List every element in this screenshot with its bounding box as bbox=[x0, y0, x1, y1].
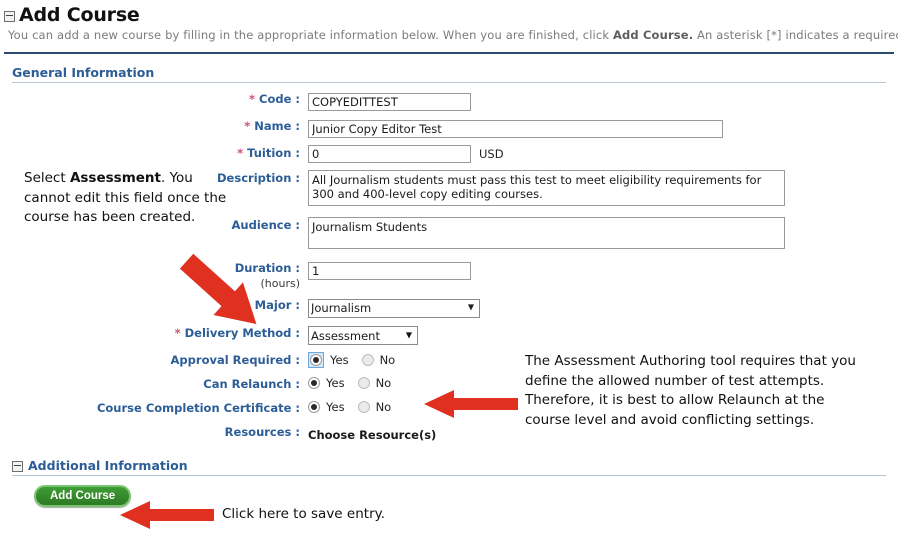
annotation-left-post: . bbox=[161, 170, 166, 186]
certificate-yes-label: Yes bbox=[326, 400, 345, 414]
instructions-part-1: You can add a new course by filling in t… bbox=[8, 28, 613, 42]
arrow-to-delivery-method bbox=[179, 253, 257, 325]
certificate-yes-radio[interactable] bbox=[308, 401, 320, 413]
control-tuition: USD bbox=[308, 145, 886, 163]
collapse-box-icon[interactable] bbox=[12, 460, 23, 472]
field-row-duration: Duration : (hours) bbox=[12, 260, 886, 290]
delivery-select-wrapper: Assessment ▼ bbox=[308, 325, 418, 345]
tuition-input[interactable] bbox=[308, 145, 471, 163]
label-code-text: Code : bbox=[259, 92, 300, 106]
instructions-emphasis: Add Course. bbox=[613, 28, 694, 42]
annotation-left-bold: Assessment bbox=[69, 170, 161, 186]
annotation-delivery-method: Select Assessment. You cannot edit this … bbox=[24, 169, 234, 228]
label-name: * Name : bbox=[12, 118, 308, 135]
approval-yes-label: Yes bbox=[330, 353, 349, 367]
required-asterisk-name: * bbox=[244, 119, 251, 133]
name-input[interactable] bbox=[308, 120, 723, 138]
delivery-method-select[interactable]: Assessment bbox=[308, 326, 418, 345]
major-select-wrapper: Journalism ▼ bbox=[308, 297, 480, 318]
control-audience: Journalism Students bbox=[308, 217, 886, 253]
control-code bbox=[308, 91, 886, 111]
arrow-to-add-course-button bbox=[120, 501, 214, 529]
annotation-left-pre: Select bbox=[24, 170, 70, 186]
additional-information-header[interactable]: Additional Information bbox=[12, 458, 886, 476]
control-name bbox=[308, 118, 886, 138]
approval-yes-focus-ring bbox=[308, 352, 324, 368]
relaunch-no-label: No bbox=[375, 376, 392, 390]
field-row-tuition: * Tuition : USD bbox=[12, 145, 886, 163]
tuition-currency-label: USD bbox=[479, 147, 504, 161]
control-duration bbox=[308, 260, 886, 280]
label-tuition-text: Tuition : bbox=[247, 146, 300, 160]
general-information-header[interactable]: General Information bbox=[12, 65, 886, 83]
description-textarea[interactable]: All Journalism students must pass this t… bbox=[308, 170, 785, 206]
field-row-name: * Name : bbox=[12, 118, 886, 138]
audience-textarea[interactable]: Journalism Students bbox=[308, 217, 785, 249]
collapse-box-icon[interactable] bbox=[4, 11, 15, 22]
label-can-relaunch: Can Relaunch : bbox=[203, 377, 300, 391]
choose-resources-link[interactable]: Choose Resource(s) bbox=[308, 428, 436, 442]
label-code: * Code : bbox=[12, 91, 308, 108]
page-instructions: You can add a new course by filling in t… bbox=[8, 28, 898, 43]
approval-no-radio[interactable] bbox=[361, 354, 374, 366]
label-name-text: Name : bbox=[254, 119, 300, 133]
approval-yes-radio[interactable] bbox=[310, 354, 322, 366]
relaunch-yes-radio[interactable] bbox=[308, 377, 320, 389]
annotation-save: Click here to save entry. bbox=[222, 506, 385, 522]
field-row-delivery-method: * Delivery Method : Assessment ▼ bbox=[12, 325, 886, 345]
relaunch-no-radio[interactable] bbox=[357, 377, 370, 389]
label-resources: Resources : bbox=[224, 425, 300, 439]
label-completion-certificate: Course Completion Certificate : bbox=[96, 401, 300, 415]
page-title-row: Add Course bbox=[4, 4, 898, 26]
required-asterisk-tuition: * bbox=[237, 146, 244, 160]
label-approval-required: Approval Required : bbox=[170, 353, 300, 367]
major-select[interactable]: Journalism bbox=[308, 298, 480, 318]
relaunch-yes-label: Yes bbox=[326, 376, 345, 390]
header-divider bbox=[4, 52, 894, 54]
annotation-relaunch: The Assessment Authoring tool requires t… bbox=[525, 353, 856, 428]
page-title: Add Course bbox=[19, 4, 140, 26]
arrow-to-can-relaunch bbox=[424, 390, 518, 418]
certificate-no-radio[interactable] bbox=[357, 401, 370, 413]
general-information-title: General Information bbox=[12, 65, 155, 80]
duration-input[interactable] bbox=[308, 262, 471, 280]
control-description: All Journalism students must pass this t… bbox=[308, 170, 886, 210]
code-input[interactable] bbox=[308, 93, 471, 111]
control-major: Journalism ▼ bbox=[308, 297, 886, 318]
label-tuition: * Tuition : bbox=[12, 145, 308, 162]
additional-information-title: Additional Information bbox=[28, 458, 188, 473]
approval-no-label: No bbox=[379, 353, 396, 367]
instructions-part-2: An asterisk [*] indicates a required fie… bbox=[697, 28, 898, 42]
required-asterisk-code: * bbox=[248, 92, 255, 106]
control-delivery-method: Assessment ▼ bbox=[308, 325, 886, 345]
certificate-no-label: No bbox=[375, 400, 392, 414]
field-row-major: Major : Journalism ▼ bbox=[12, 297, 886, 318]
page-header: Add Course You can add a new course by f… bbox=[0, 0, 898, 43]
field-row-code: * Code : bbox=[12, 91, 886, 111]
